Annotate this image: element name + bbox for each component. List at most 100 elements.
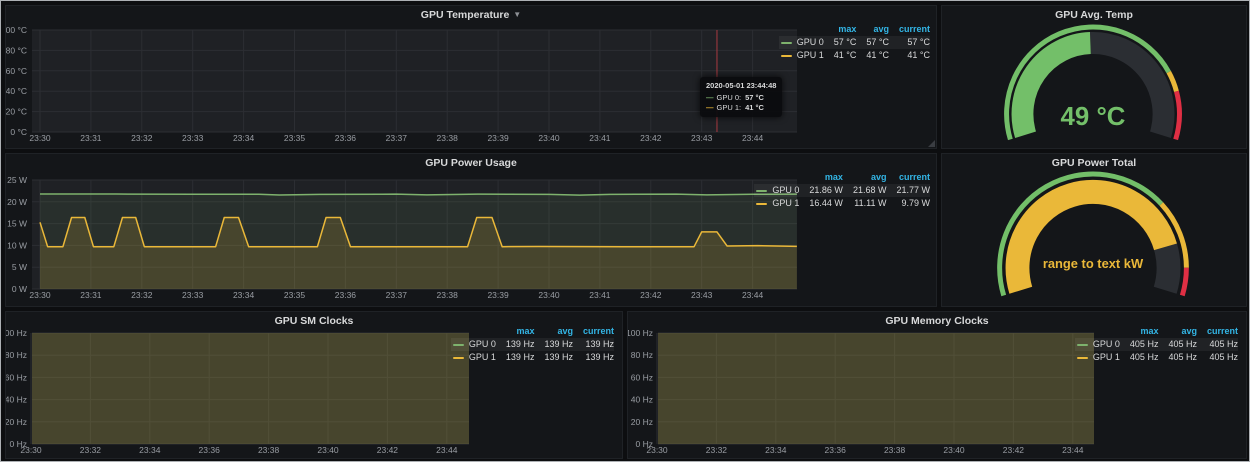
legend-row: GPU 141 °C41 °C41 °C [779, 49, 930, 62]
panel-gpu-power-usage: GPU Power Usage 0 W5 W10 W15 W20 W25 W23… [5, 153, 937, 307]
legend-series-name[interactable]: GPU 1 [1093, 352, 1120, 362]
svg-text:100 °C: 100 °C [6, 25, 27, 35]
panel-gpu-temperature: GPU Temperature ▼ 0 °C20 °C40 °C60 °C80 … [5, 5, 937, 149]
svg-text:23:40: 23:40 [317, 445, 339, 455]
panel-title[interactable]: GPU Temperature [421, 9, 510, 21]
svg-text:0 °C: 0 °C [10, 127, 27, 137]
svg-text:23:36: 23:36 [335, 290, 357, 300]
legend-value: 41 °C [856, 49, 889, 62]
svg-text:23:39: 23:39 [487, 133, 509, 143]
svg-text:23:44: 23:44 [742, 133, 764, 143]
svg-text:23:42: 23:42 [377, 445, 399, 455]
legend-series-name[interactable]: GPU 1 [797, 50, 824, 60]
legend-series-name[interactable]: GPU 1 [772, 198, 799, 208]
legend-value: 57 °C [856, 36, 889, 49]
legend-row: GPU 021.86 W21.68 W21.77 W [754, 184, 930, 197]
panel-header-gpu-sm-clocks[interactable]: GPU SM Clocks [6, 312, 622, 329]
svg-text:23:40: 23:40 [538, 290, 560, 300]
gauge-gpu-avg-temp: 49 °C [942, 6, 1246, 148]
series-color-dash [453, 357, 464, 359]
grafana-dashboard: GPU Temperature ▼ 0 °C20 °C40 °C60 °C80 … [0, 0, 1250, 462]
panel-header-gpu-memory-clocks[interactable]: GPU Memory Clocks [628, 312, 1246, 329]
panel-header-gpu-power-total[interactable]: GPU Power Total [942, 154, 1246, 171]
svg-text:23:31: 23:31 [80, 133, 102, 143]
panel-header-gpu-power-usage[interactable]: GPU Power Usage [6, 154, 936, 171]
legend-value: 139 Hz [534, 351, 573, 364]
legend-series-name[interactable]: GPU 0 [772, 185, 799, 195]
legend-value: 21.77 W [886, 184, 930, 197]
chevron-down-icon: ▼ [513, 11, 521, 19]
legend-value: 139 Hz [496, 338, 535, 351]
series-color-dash [453, 344, 464, 346]
panel-header-gpu-temperature[interactable]: GPU Temperature ▼ [6, 6, 936, 23]
legend-header-max[interactable]: max [799, 171, 843, 184]
panel-title[interactable]: GPU Memory Clocks [885, 315, 988, 327]
svg-text:23:34: 23:34 [233, 290, 255, 300]
legend-series-name[interactable]: GPU 0 [797, 37, 824, 47]
legend-row: GPU 0139 Hz139 Hz139 Hz [451, 338, 614, 351]
panel-gpu-memory-clocks: GPU Memory Clocks 0 Hz20 Hz40 Hz60 Hz80 … [627, 311, 1247, 459]
svg-text:23:38: 23:38 [258, 445, 280, 455]
panel-title[interactable]: GPU SM Clocks [275, 315, 354, 327]
panel-gpu-sm-clocks: GPU SM Clocks 0 Hz20 Hz40 Hz60 Hz80 Hz10… [5, 311, 623, 459]
svg-text:23:40: 23:40 [538, 133, 560, 143]
gauge-value-text: range to text kW [1043, 256, 1144, 271]
svg-text:20 Hz: 20 Hz [6, 417, 27, 427]
panel-title[interactable]: GPU Avg. Temp [1055, 9, 1133, 21]
legend-series-name[interactable]: GPU 0 [469, 339, 496, 349]
legend-row: GPU 1405 Hz405 Hz405 Hz [1075, 351, 1238, 364]
svg-text:20 °C: 20 °C [6, 107, 27, 117]
svg-text:23:32: 23:32 [80, 445, 102, 455]
svg-text:23:35: 23:35 [284, 133, 306, 143]
svg-text:100 Hz: 100 Hz [6, 328, 27, 338]
legend-header-avg[interactable]: avg [843, 171, 887, 184]
legend-value: 11.11 W [843, 197, 887, 210]
legend-table: maxavgcurrentGPU 057 °C57 °C57 °CGPU 141… [779, 23, 930, 62]
legend-table: maxavgcurrentGPU 0405 Hz405 Hz405 HzGPU … [1075, 325, 1238, 364]
svg-text:23:44: 23:44 [742, 290, 764, 300]
svg-text:23:44: 23:44 [436, 445, 458, 455]
legend-header-current[interactable]: current [889, 23, 930, 36]
graph-tooltip: 2020-05-01 23:44:48 —GPU 0:57 °C—GPU 1:4… [700, 77, 782, 117]
legend-series-name[interactable]: GPU 0 [1093, 339, 1120, 349]
svg-text:20 Hz: 20 Hz [631, 417, 653, 427]
series-color-dash [1077, 344, 1088, 346]
svg-text:100 Hz: 100 Hz [628, 328, 653, 338]
panel-resize-handle[interactable] [928, 140, 935, 147]
svg-text:60 Hz: 60 Hz [631, 372, 653, 382]
legend-value: 41 °C [889, 49, 930, 62]
svg-text:23:41: 23:41 [589, 133, 611, 143]
panel-title[interactable]: GPU Power Usage [425, 157, 517, 169]
svg-text:23:36: 23:36 [199, 445, 221, 455]
series-color-dash [781, 55, 792, 57]
legend-value: 21.68 W [843, 184, 887, 197]
svg-text:23:38: 23:38 [884, 445, 906, 455]
legend-value: 139 Hz [534, 338, 573, 351]
svg-text:0 W: 0 W [12, 284, 27, 294]
svg-text:23:43: 23:43 [691, 133, 713, 143]
svg-text:23:33: 23:33 [182, 133, 204, 143]
panel-title[interactable]: GPU Power Total [1052, 157, 1136, 169]
panel-header-gpu-avg-temp[interactable]: GPU Avg. Temp [942, 6, 1246, 23]
svg-text:23:42: 23:42 [1003, 445, 1025, 455]
tooltip-series-dash: — [706, 93, 714, 102]
legend-table: maxavgcurrentGPU 021.86 W21.68 W21.77 WG… [754, 171, 930, 210]
svg-text:5 W: 5 W [12, 262, 27, 272]
svg-text:23:39: 23:39 [487, 290, 509, 300]
legend-row: GPU 0405 Hz405 Hz405 Hz [1075, 338, 1238, 351]
legend-header-current[interactable]: current [886, 171, 930, 184]
legend-value: 139 Hz [573, 351, 614, 364]
svg-text:25 W: 25 W [7, 175, 27, 185]
legend-value: 21.86 W [799, 184, 843, 197]
svg-text:23:30: 23:30 [29, 290, 51, 300]
series-color-dash [756, 203, 767, 205]
svg-text:23:35: 23:35 [284, 290, 306, 300]
legend-header-max[interactable]: max [824, 23, 857, 36]
legend-series-name[interactable]: GPU 1 [469, 352, 496, 362]
series-color-dash [781, 42, 792, 44]
legend-value: 57 °C [889, 36, 930, 49]
legend-value: 405 Hz [1120, 338, 1159, 351]
legend-header-avg[interactable]: avg [856, 23, 889, 36]
svg-text:23:34: 23:34 [233, 133, 255, 143]
legend-value: 405 Hz [1158, 351, 1197, 364]
